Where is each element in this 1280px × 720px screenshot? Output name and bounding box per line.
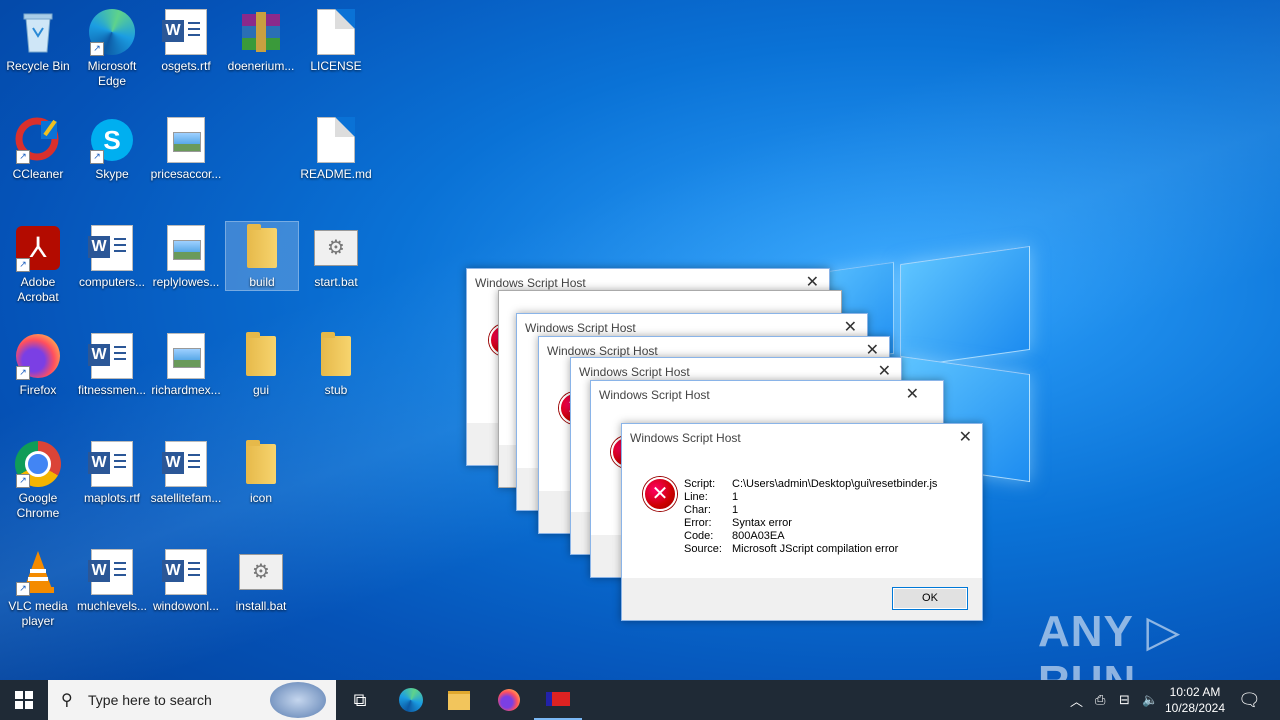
- folder-icon: [238, 224, 286, 272]
- taskbar-search-box[interactable]: ⚲ Type here to search: [48, 680, 336, 720]
- desktop-icon-windowonl-doc[interactable]: W windowonl...: [148, 548, 224, 614]
- desktop-icon-maplots-rtf[interactable]: W maplots.rtf: [74, 440, 150, 506]
- windows-logo-icon: [15, 691, 33, 709]
- notifications-icon[interactable]: 🗨: [1238, 680, 1261, 720]
- line-key: Line:: [684, 491, 708, 503]
- desktop-icon-google-chrome[interactable]: ↗ Google Chrome: [0, 440, 76, 521]
- batch-file-icon: ⚙: [237, 548, 285, 596]
- image-file-icon: [162, 116, 210, 164]
- desktop-icon-ccleaner[interactable]: ↗ CCleaner: [0, 116, 76, 182]
- char-key: Char:: [684, 504, 711, 516]
- desktop-icon-pricesaccor-image[interactable]: pricesaccor...: [148, 116, 224, 182]
- recycle-bin-icon: [14, 8, 62, 56]
- desktop-icon-replylowes-image[interactable]: replylowes...: [148, 224, 224, 290]
- firefox-icon: ↗: [14, 332, 62, 380]
- dialog-title: Windows Script Host: [599, 388, 710, 402]
- ccleaner-icon: ↗: [14, 116, 62, 164]
- word-document-icon: W: [88, 224, 136, 272]
- image-file-icon: [162, 224, 210, 272]
- close-icon[interactable]: ✕: [878, 362, 891, 382]
- code-key: Code:: [684, 530, 714, 542]
- task-view-icon[interactable]: ⧉: [336, 680, 384, 720]
- desktop-icon-richardmex-image[interactable]: richardmex...: [148, 332, 224, 398]
- adobe-acrobat-icon: ⅄ ↗: [14, 224, 62, 272]
- desktop-icon-fitnessmen-doc[interactable]: W fitnessmen...: [74, 332, 150, 398]
- desktop-icon-install-bat[interactable]: ⚙ install.bat: [223, 548, 299, 614]
- desktop-icon-computers-doc[interactable]: W computers...: [74, 224, 150, 290]
- desktop-icon-stub-folder[interactable]: stub: [298, 332, 374, 398]
- desktop-icon-osgets-rtf[interactable]: W osgets.rtf: [148, 8, 224, 74]
- source-key: Source:: [684, 543, 722, 555]
- desktop-icon-vlc[interactable]: ↗ VLC media player: [0, 548, 76, 629]
- desktop-icon-doenerium-archive[interactable]: doenerium...: [223, 8, 299, 74]
- desktop-icon-license[interactable]: LICENSE: [298, 8, 374, 74]
- desktop-icon-gui-folder[interactable]: gui: [223, 332, 299, 398]
- desktop-icon-icon-folder[interactable]: icon: [223, 440, 299, 506]
- desktop-icon-readme[interactable]: README.md: [298, 116, 374, 182]
- desktop-icon-recycle-bin[interactable]: Recycle Bin: [0, 8, 76, 74]
- desktop-icon-muchlevels-doc[interactable]: W muchlevels...: [74, 548, 150, 614]
- code-value: 800A03EA: [732, 530, 785, 542]
- script-host-dialog-front[interactable]: Windows Script Host ✕ ✕ Script: C:\Users\…: [621, 423, 983, 621]
- desktop-icon-adobe-acrobat[interactable]: ⅄ ↗ Adobe Acrobat: [0, 224, 76, 305]
- clock-date: 10/28/2024: [1164, 701, 1226, 715]
- winrar-archive-icon: [237, 8, 285, 56]
- desktop-icon-skype[interactable]: S ↗ Skype: [74, 116, 150, 182]
- folder-icon: [237, 332, 285, 380]
- close-icon[interactable]: ✕: [844, 318, 857, 338]
- running-app-icon[interactable]: [534, 680, 582, 720]
- error-icon: ✕: [643, 477, 677, 511]
- start-button[interactable]: [0, 680, 48, 720]
- line-value: 1: [732, 491, 739, 503]
- source-value: Microsoft JScript compilation error: [732, 543, 899, 555]
- clock[interactable]: 10:02 AM 10/28/2024: [1160, 684, 1230, 716]
- skype-icon: S ↗: [88, 116, 136, 164]
- search-placeholder: Type here to search: [88, 692, 212, 708]
- folder-icon: [237, 440, 285, 488]
- word-document-icon: W: [88, 548, 136, 596]
- folder-icon: [312, 332, 360, 380]
- word-document-icon: W: [162, 8, 210, 56]
- blank-file-icon: [312, 8, 360, 56]
- desktop-icon-build-folder[interactable]: build: [225, 221, 299, 291]
- file-explorer-icon[interactable]: [435, 680, 483, 720]
- show-hidden-icons-chevron[interactable]: ︿: [1070, 680, 1083, 720]
- edge-icon: ↗: [88, 8, 136, 56]
- close-icon[interactable]: ✕: [906, 385, 919, 405]
- firefox-taskbar-icon[interactable]: [485, 680, 533, 720]
- meet-now-icon[interactable]: ⎙: [1095, 680, 1105, 720]
- close-icon[interactable]: ✕: [959, 428, 972, 448]
- search-icon: ⚲: [61, 692, 73, 709]
- volume-icon[interactable]: 🔈: [1142, 680, 1158, 720]
- clock-time: 10:02 AM: [1169, 685, 1221, 699]
- error-key: Error:: [684, 517, 712, 529]
- word-document-icon: W: [162, 440, 210, 488]
- desktop-icon-firefox[interactable]: ↗ Firefox: [0, 332, 76, 398]
- desktop-icon-satellitefam-doc[interactable]: W satellitefam...: [148, 440, 224, 506]
- word-document-icon: W: [162, 548, 210, 596]
- desktop-icon-start-bat[interactable]: ⚙ start.bat: [298, 224, 374, 290]
- batch-file-icon: ⚙: [312, 224, 360, 272]
- script-key: Script:: [684, 478, 716, 490]
- chrome-icon: ↗: [14, 440, 62, 488]
- error-details: Script: C:\Users\admin\Desktop\gui\resetb…: [684, 478, 937, 556]
- taskbar: ⚲ Type here to search ⧉ ︿ ⎙ ⊟ 🔈 10:02 AM…: [0, 680, 1280, 720]
- desktop-icon-microsoft-edge[interactable]: ↗ Microsoft Edge: [74, 8, 150, 89]
- error-value: Syntax error: [732, 517, 792, 529]
- dialog-title: Windows Script Host: [630, 431, 741, 445]
- dialog-footer: OK: [622, 578, 982, 620]
- edge-taskbar-icon[interactable]: [387, 680, 435, 720]
- search-highlight-image: [270, 682, 326, 718]
- char-value: 1: [732, 504, 739, 516]
- word-document-icon: W: [88, 332, 136, 380]
- image-file-icon: [162, 332, 210, 380]
- word-document-icon: W: [88, 440, 136, 488]
- vlc-icon: ↗: [14, 548, 62, 596]
- network-icon[interactable]: ⊟: [1119, 680, 1130, 720]
- ok-button[interactable]: OK: [892, 587, 968, 610]
- script-value: C:\Users\admin\Desktop\gui\resetbinder.j…: [732, 478, 938, 490]
- blank-file-icon: [312, 116, 360, 164]
